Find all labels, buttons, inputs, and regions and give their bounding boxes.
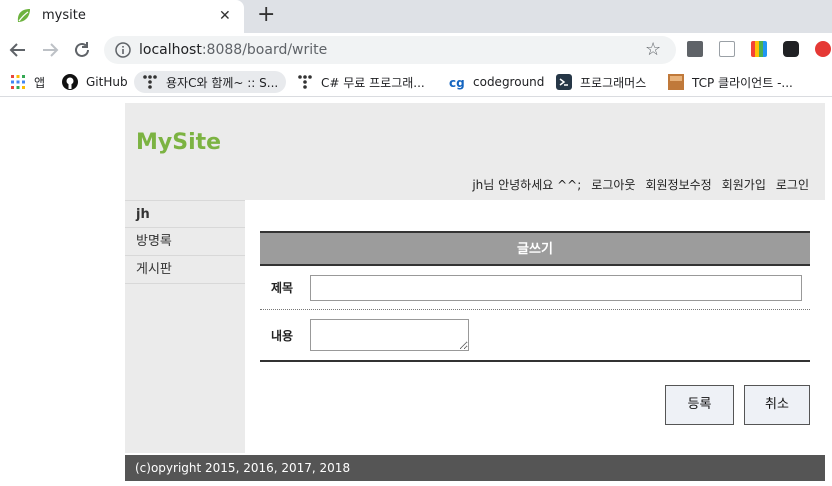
title-input[interactable]	[310, 274, 802, 301]
bookmark-tistory-2[interactable]: C# 무료 프로그래...	[297, 71, 425, 93]
sidebar: jh 방명록 게시판	[125, 200, 245, 453]
bookmark-label: 용자C와 함께~ :: S...	[166, 75, 279, 90]
greeting-text: jh님 안녕하세요 ^^;	[472, 178, 582, 192]
site-title[interactable]: MySite	[136, 130, 221, 155]
bookmark-tcp-client[interactable]: TCP 클라이언트 -...	[668, 71, 793, 93]
edit-profile-link[interactable]: 회원정보수정	[645, 176, 711, 193]
back-arrow-icon[interactable]	[7, 39, 29, 61]
url-text: localhost:8088/board/write	[139, 42, 327, 58]
bookmark-label: 앱	[34, 75, 46, 90]
form-heading: 글쓰기	[260, 233, 810, 266]
title-row: 제목	[260, 266, 810, 310]
bookmark-label: TCP 클라이언트 -...	[692, 75, 793, 90]
tistory-icon	[143, 75, 157, 89]
bookmark-label: C# 무료 프로그래...	[321, 75, 425, 90]
title-label: 제목	[271, 281, 294, 295]
site-header: MySite jh님 안녕하세요 ^^; 로그아웃 회원정보수정 회원가입 로그…	[125, 103, 825, 200]
page-thumbnail-icon	[668, 74, 684, 90]
extension-dark-icon[interactable]	[783, 41, 799, 57]
extension-i-icon[interactable]	[687, 41, 703, 57]
main-content: 글쓰기 제목 내용 등록 취소	[245, 200, 825, 453]
bookmark-label: codeground	[473, 75, 545, 89]
new-tab-button[interactable]: +	[257, 3, 275, 27]
extension-red-icon[interactable]	[815, 41, 831, 57]
bookmark-label: 프로그래머스	[580, 75, 647, 90]
address-bar[interactable]: localhost:8088/board/write ☆	[104, 36, 676, 64]
header-nav: jh님 안녕하세요 ^^; 로그아웃 회원정보수정 회원가입 로그인	[472, 176, 809, 193]
bookmark-github[interactable]: GitHub	[62, 71, 128, 93]
content-textarea[interactable]	[310, 319, 469, 351]
tab-title: mysite	[42, 8, 86, 23]
forward-arrow-icon[interactable]	[39, 39, 61, 61]
github-icon	[62, 74, 78, 90]
browser-tab[interactable]: mysite ✕	[0, 0, 244, 33]
codeground-icon: cg	[449, 76, 465, 90]
bookmark-apps[interactable]: 앱	[10, 71, 45, 93]
close-tab-icon[interactable]: ✕	[219, 7, 231, 25]
sidebar-item-guestbook[interactable]: 방명록	[125, 228, 245, 256]
info-icon[interactable]	[115, 42, 131, 58]
site-footer: (c)opyright 2015, 2016, 2017, 2018	[125, 455, 825, 481]
signup-link[interactable]: 회원가입	[722, 176, 766, 193]
sidebar-item-board[interactable]: 게시판	[125, 256, 245, 284]
bookmarks-bar: 앱 GitHub 용자C와 함께~ :: S... C# 무료 프로그래... …	[0, 67, 832, 97]
content-label: 내용	[271, 328, 294, 343]
sidebar-item-profile[interactable]: jh	[125, 200, 245, 228]
url-path: :8088/board/write	[201, 42, 328, 58]
apps-grid-icon	[11, 75, 25, 89]
cancel-button[interactable]: 취소	[744, 385, 810, 425]
content-row: 내용	[260, 310, 810, 360]
logout-link[interactable]: 로그아웃	[591, 176, 635, 193]
bookmark-tistory-1[interactable]: 용자C와 함께~ :: S...	[134, 71, 287, 93]
extension-palette-icon[interactable]	[751, 41, 767, 57]
write-form: 글쓰기 제목 내용	[260, 231, 810, 362]
reload-icon[interactable]	[71, 39, 93, 61]
page-container: MySite jh님 안녕하세요 ^^; 로그아웃 회원정보수정 회원가입 로그…	[125, 98, 825, 486]
bookmark-codeground[interactable]: cg codeground	[449, 71, 544, 93]
tistory-icon	[298, 75, 312, 89]
svg-text:cg: cg	[449, 76, 465, 90]
url-host: localhost	[139, 42, 202, 58]
login-link[interactable]: 로그인	[776, 176, 809, 193]
submit-button[interactable]: 등록	[665, 385, 734, 425]
bookmark-programmers[interactable]: 프로그래머스	[556, 71, 646, 93]
browser-tab-strip: mysite ✕ +	[0, 0, 832, 33]
programmers-icon	[556, 74, 572, 90]
spring-leaf-icon	[17, 9, 30, 22]
bookmark-label: GitHub	[86, 75, 128, 89]
browser-toolbar: localhost:8088/board/write ☆	[0, 33, 832, 67]
extension-screen-icon[interactable]	[719, 41, 735, 57]
bookmark-star-icon[interactable]: ☆	[645, 40, 661, 60]
